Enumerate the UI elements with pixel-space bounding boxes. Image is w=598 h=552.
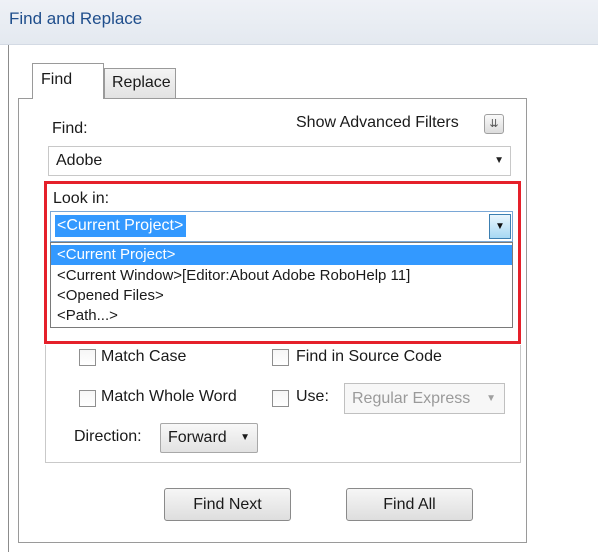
find-dropdown-arrow-icon[interactable]: ▼ <box>494 155 504 166</box>
find-in-source-checkbox[interactable] <box>272 349 289 366</box>
dropdown-option[interactable]: <Current Project> <box>51 245 512 265</box>
look-in-dropdown-button[interactable]: ▼ <box>489 214 511 239</box>
use-select[interactable]: Regular Express ▼ <box>344 383 505 414</box>
find-input[interactable]: Adobe ▼ <box>48 146 511 176</box>
look-in-select[interactable]: <Current Project> ▼ <box>50 211 513 242</box>
look-in-label: Look in: <box>53 190 110 207</box>
look-in-dropdown-list: <Current Project> <Current Window>[Edito… <box>50 242 513 328</box>
use-select-value: Regular Express <box>352 390 471 407</box>
direction-select[interactable]: Forward ▼ <box>160 423 258 453</box>
tab-replace[interactable]: Replace <box>104 68 176 98</box>
dropdown-option[interactable]: <Opened Files> <box>51 286 512 306</box>
title-bar: Find and Replace <box>0 0 598 45</box>
direction-value: Forward <box>168 429 227 446</box>
match-case-checkbox[interactable] <box>79 349 96 366</box>
find-input-value: Adobe <box>56 152 103 169</box>
dropdown-option[interactable]: <Path...> <box>51 306 512 326</box>
use-checkbox[interactable] <box>272 390 289 407</box>
dropdown-option[interactable]: <Current Window>[Editor:About Adobe Robo… <box>51 266 512 286</box>
chevron-down-icon: ▼ <box>240 432 250 443</box>
advanced-filters-label: Show Advanced Filters <box>296 114 459 131</box>
advanced-filters-button[interactable]: ⇊ <box>484 114 504 134</box>
find-all-button[interactable]: Find All <box>346 488 473 521</box>
look-in-selected-value: <Current Project> <box>55 215 187 237</box>
match-whole-word-checkbox[interactable] <box>79 390 96 407</box>
match-case-label: Match Case <box>101 348 187 365</box>
direction-label: Direction: <box>74 428 142 445</box>
chevron-down-icon: ▼ <box>486 393 496 404</box>
chevron-down-icon: ▼ <box>495 221 505 232</box>
match-whole-word-label: Match Whole Word <box>101 388 237 405</box>
double-chevron-down-icon: ⇊ <box>489 118 499 130</box>
window-title: Find and Replace <box>9 9 143 28</box>
use-label: Use: <box>296 388 329 405</box>
find-label: Find: <box>52 120 88 137</box>
tab-find[interactable]: Find <box>32 63 104 99</box>
find-in-source-label: Find in Source Code <box>296 348 442 365</box>
find-next-button[interactable]: Find Next <box>164 488 291 521</box>
